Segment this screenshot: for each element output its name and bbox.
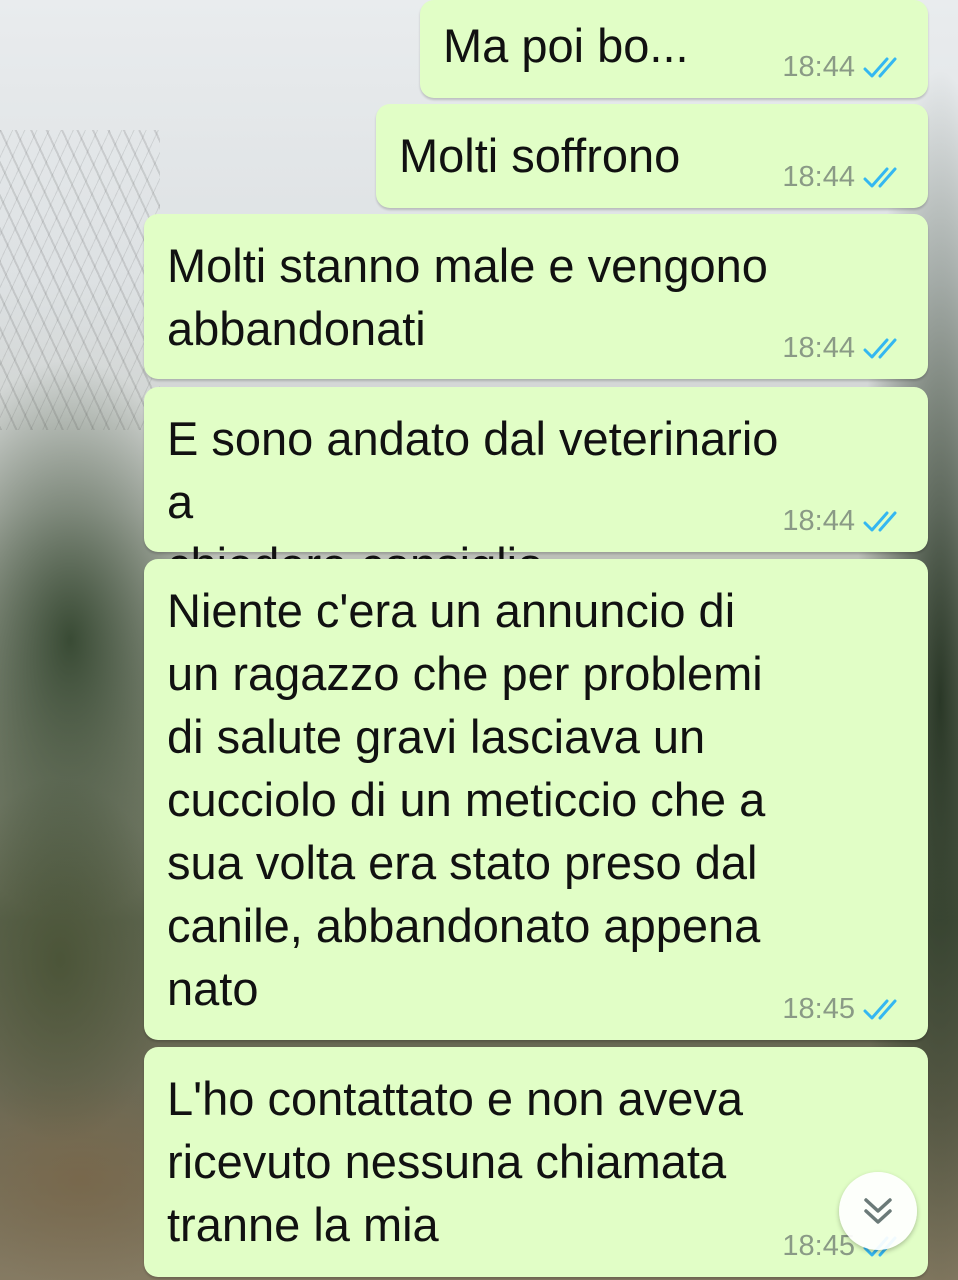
message-meta: 18:44 [782, 332, 907, 365]
message-time: 18:44 [782, 332, 855, 364]
message-time: 18:44 [782, 51, 855, 83]
message-text: Ma poi bo... [443, 19, 689, 72]
message-bubble[interactable]: Ma poi bo... 18:44 [420, 0, 928, 98]
message-bubble[interactable]: Molti stanno male e vengono abbandonati … [144, 214, 928, 379]
message-text: Molti soffrono [399, 129, 681, 182]
message-text: Niente c'era un annuncio di un ragazzo c… [167, 584, 766, 1015]
double-check-read-icon [863, 511, 897, 531]
double-check-read-icon [863, 338, 897, 358]
message-meta: 18:45 [782, 993, 907, 1026]
message-meta: 18:44 [782, 505, 907, 538]
scroll-to-bottom-button[interactable] [839, 1172, 917, 1250]
message-text: Molti stanno male e vengono abbandonati [167, 239, 768, 355]
double-check-read-icon [863, 167, 897, 187]
message-bubble[interactable]: Molti soffrono 18:44 [376, 104, 928, 208]
message-time: 18:44 [782, 505, 855, 537]
message-list[interactable]: Ma poi bo... 18:44 Molti soffrono 18:44 … [0, 0, 958, 1280]
double-check-read-icon [863, 57, 897, 77]
message-time: 18:45 [782, 993, 855, 1025]
message-meta: 18:44 [782, 161, 907, 194]
message-meta: 18:44 [782, 51, 907, 84]
chevron-double-down-icon [864, 1198, 892, 1224]
message-bubble[interactable]: E sono andato dal veterinario a chiedere… [144, 387, 928, 591]
message-time: 18:45 [782, 1230, 855, 1262]
message-bubble[interactable]: Niente c'era un annuncio di un ragazzo c… [144, 559, 928, 1040]
message-text: L'ho contattato e non aveva ricevuto nes… [167, 1072, 744, 1251]
message-bubble[interactable]: L'ho contattato e non aveva ricevuto nes… [144, 1047, 928, 1277]
message-time: 18:44 [782, 161, 855, 193]
double-check-read-icon [863, 999, 897, 1019]
